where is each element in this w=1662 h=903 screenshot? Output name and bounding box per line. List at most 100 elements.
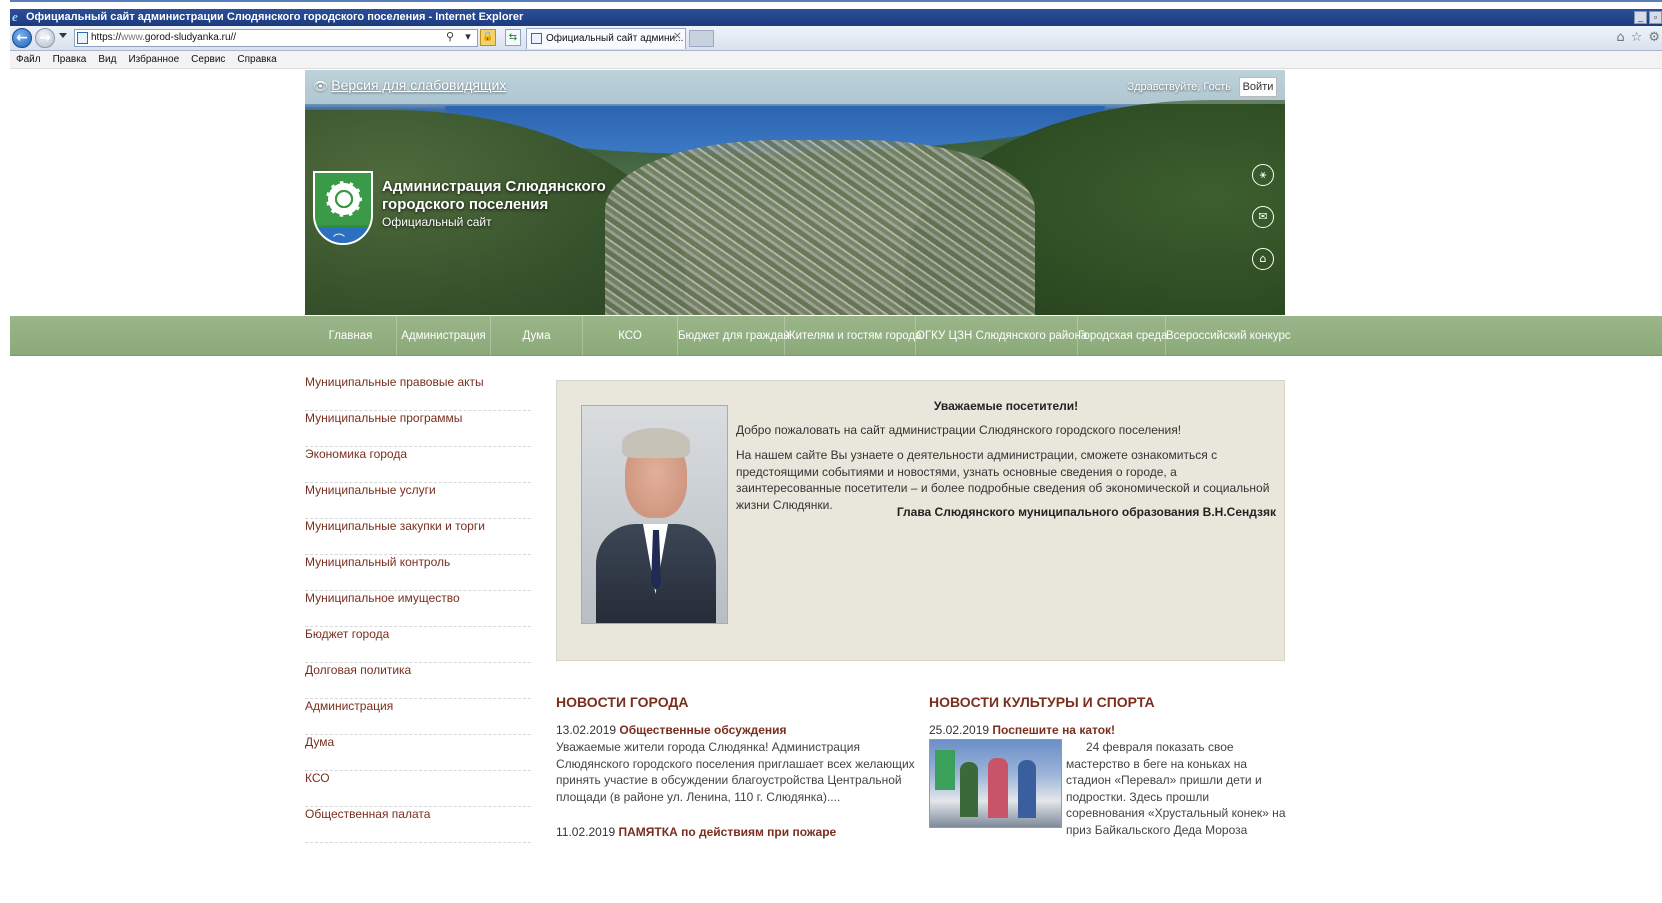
- news-city-heading[interactable]: НОВОСТИ ГОРОДА: [556, 694, 916, 710]
- sidebar-item-kso[interactable]: КСО: [305, 771, 531, 807]
- title-bar: e Официальный сайт администрации Слюдянс…: [10, 9, 1662, 26]
- refresh-icon[interactable]: ⇆: [505, 29, 521, 46]
- news-title-link[interactable]: Общественные обсуждения: [619, 723, 786, 737]
- tab-title: Официальный сайт админи...: [546, 33, 684, 44]
- thumb-person: [988, 758, 1008, 818]
- news-excerpt: Уважаемые жители города Слюдянка! Админи…: [556, 740, 915, 804]
- news-item: 11.02.2019 ПАМЯТКА по действиям при пожа…: [556, 825, 916, 839]
- sidebar-item-control[interactable]: Муниципальный контроль: [305, 555, 531, 591]
- welcome-paragraph-2: На нашем сайте Вы узнаете о деятельности…: [736, 448, 1270, 512]
- nav-item-contest[interactable]: Всероссийский конкурс: [1166, 316, 1291, 356]
- restore-icon[interactable]: ▫: [1649, 11, 1662, 24]
- sidebar-item-services[interactable]: Муниципальные услуги: [305, 483, 531, 519]
- coat-of-arms-logo[interactable]: ⌒: [313, 171, 373, 245]
- news-date: 25.02.2019: [929, 723, 990, 737]
- eye-icon: 👁: [313, 79, 329, 93]
- news-title-link[interactable]: Поспешите на каток!: [992, 723, 1115, 737]
- welcome-signature: Глава Слюдянского муниципального образов…: [896, 505, 1276, 519]
- page-icon: [77, 32, 88, 44]
- sidebar-item-programs[interactable]: Муниципальные программы: [305, 411, 531, 447]
- news-item: 13.02.2019 Общественные обсуждения Уважа…: [556, 723, 916, 805]
- nav-item-employment-center[interactable]: ОГКУ ЦЗН Слюдянского района: [916, 316, 1087, 356]
- home-icon[interactable]: ⌂: [1252, 248, 1274, 270]
- menu-tools[interactable]: Сервис: [185, 51, 231, 68]
- star-icon[interactable]: ☆: [1631, 30, 1643, 45]
- low-vision-label: Версия для слабовидящих: [331, 77, 507, 93]
- url-scheme: https://: [91, 32, 122, 43]
- close-tab-icon[interactable]: ×: [673, 29, 682, 42]
- history-dropdown-icon[interactable]: [59, 33, 67, 38]
- nav-item-budget[interactable]: Бюджет для граждан: [678, 316, 790, 356]
- sidebar-item-administration[interactable]: Администрация: [305, 699, 531, 735]
- window-controls: _ ▫: [1634, 9, 1662, 24]
- browser-tab[interactable]: Официальный сайт админи... ×: [526, 28, 686, 49]
- address-icons: ⚲ ▾: [442, 29, 476, 45]
- main-navigation: Главная Администрация Дума КСО Бюджет дл…: [10, 316, 1662, 356]
- news-item: 25.02.2019 Поспешите на каток! 24 феврал…: [929, 723, 1289, 838]
- sidebar-item-duma[interactable]: Дума: [305, 735, 531, 771]
- sidebar-item-legal-acts[interactable]: Муниципальные правовые акты: [305, 375, 531, 411]
- nav-item-main[interactable]: Главная: [305, 316, 397, 356]
- news-item-meta: 25.02.2019 Поспешите на каток!: [929, 723, 1289, 737]
- nav-item-administration[interactable]: Администрация: [397, 316, 491, 356]
- header-town: [605, 140, 1035, 315]
- mail-icon[interactable]: ✉: [1252, 206, 1274, 228]
- sidebar-menu: Муниципальные правовые акты Муниципальны…: [305, 375, 531, 843]
- head-portrait: [581, 405, 728, 624]
- sidebar-item-debt-policy[interactable]: Долговая политика: [305, 663, 531, 699]
- news-title-link[interactable]: ПАМЯТКА по действиям при пожаре: [619, 825, 837, 839]
- tab-page-icon: [531, 33, 542, 44]
- news-culture-section: НОВОСТИ КУЛЬТУРЫ И СПОРТА 25.02.2019 Пос…: [929, 694, 1289, 838]
- minimize-icon[interactable]: _: [1634, 11, 1647, 24]
- news-culture-heading[interactable]: НОВОСТИ КУЛЬТУРЫ И СПОРТА: [929, 694, 1289, 710]
- menu-file[interactable]: Файл: [10, 51, 47, 68]
- nav-item-urban-environment[interactable]: Городская среда: [1078, 316, 1167, 356]
- chevron-down-icon[interactable]: ▾: [460, 29, 476, 45]
- org-subtitle: Официальный сайт: [382, 215, 492, 229]
- sitemap-icon[interactable]: ⚹: [1252, 164, 1274, 186]
- menu-help[interactable]: Справка: [231, 51, 282, 68]
- address-input[interactable]: https://www.gorod-sludyanka.ru//: [74, 29, 478, 47]
- news-date: 11.02.2019: [556, 825, 616, 839]
- sidebar-item-economy[interactable]: Экономика города: [305, 447, 531, 483]
- greeting-text: Здравствуйте, Гость: [1127, 81, 1231, 93]
- news-item-meta: 11.02.2019 ПАМЯТКА по действиям при пожа…: [556, 825, 916, 839]
- org-name[interactable]: Администрация Слюдянского городского пос…: [382, 178, 622, 214]
- thumb-flag: [935, 750, 955, 790]
- portrait-hair: [622, 428, 690, 458]
- news-date: 13.02.2019: [556, 723, 617, 737]
- back-button[interactable]: ←: [12, 28, 32, 48]
- web-page: 👁 Версия для слабовидящих Здравствуйте, Г…: [10, 69, 1662, 903]
- new-tab-button[interactable]: [689, 30, 714, 47]
- menu-favorites[interactable]: Избранное: [122, 51, 185, 68]
- nav-item-kso[interactable]: КСО: [583, 316, 678, 356]
- sidebar-item-budget[interactable]: Бюджет города: [305, 627, 531, 663]
- ie-logo-icon: e: [12, 9, 18, 24]
- menu-edit[interactable]: Правка: [47, 51, 93, 68]
- forward-button[interactable]: →: [35, 28, 55, 48]
- url-host: www.: [121, 32, 145, 43]
- home-icon[interactable]: ⌂: [1616, 30, 1624, 45]
- low-vision-link[interactable]: 👁 Версия для слабовидящих: [313, 77, 506, 93]
- thumb-person: [1018, 760, 1036, 818]
- thumb-person: [960, 762, 978, 817]
- crest-flower-icon: [326, 181, 362, 217]
- login-button[interactable]: Войти: [1239, 77, 1277, 97]
- welcome-paragraph-1: Добро пожаловать на сайт администрации С…: [736, 423, 1182, 437]
- sidebar-item-public-chamber[interactable]: Общественная палата: [305, 807, 531, 843]
- crest-bird-icon: ⌒: [333, 233, 346, 245]
- lock-icon[interactable]: 🔒: [480, 29, 496, 46]
- sidebar-item-property[interactable]: Муниципальное имущество: [305, 591, 531, 627]
- nav-item-residents[interactable]: Жителям и гостям города: [785, 316, 922, 356]
- window-title: Официальный сайт администрации Слюдянско…: [26, 11, 524, 23]
- menu-bar: Файл Правка Вид Избранное Сервис Справка: [10, 51, 1662, 69]
- browser-window: e Официальный сайт администрации Слюдянс…: [0, 0, 1662, 903]
- news-thumbnail[interactable]: [929, 739, 1062, 828]
- nav-item-duma[interactable]: Дума: [491, 316, 583, 356]
- welcome-block: Уважаемые посетители! Добро пожаловать н…: [556, 380, 1285, 661]
- menu-view[interactable]: Вид: [92, 51, 122, 68]
- sidebar-item-procurement[interactable]: Муниципальные закупки и торги: [305, 519, 531, 555]
- gear-icon[interactable]: ⚙: [1648, 30, 1660, 45]
- welcome-title: Уважаемые посетители!: [933, 399, 1079, 413]
- search-icon[interactable]: ⚲: [442, 29, 458, 45]
